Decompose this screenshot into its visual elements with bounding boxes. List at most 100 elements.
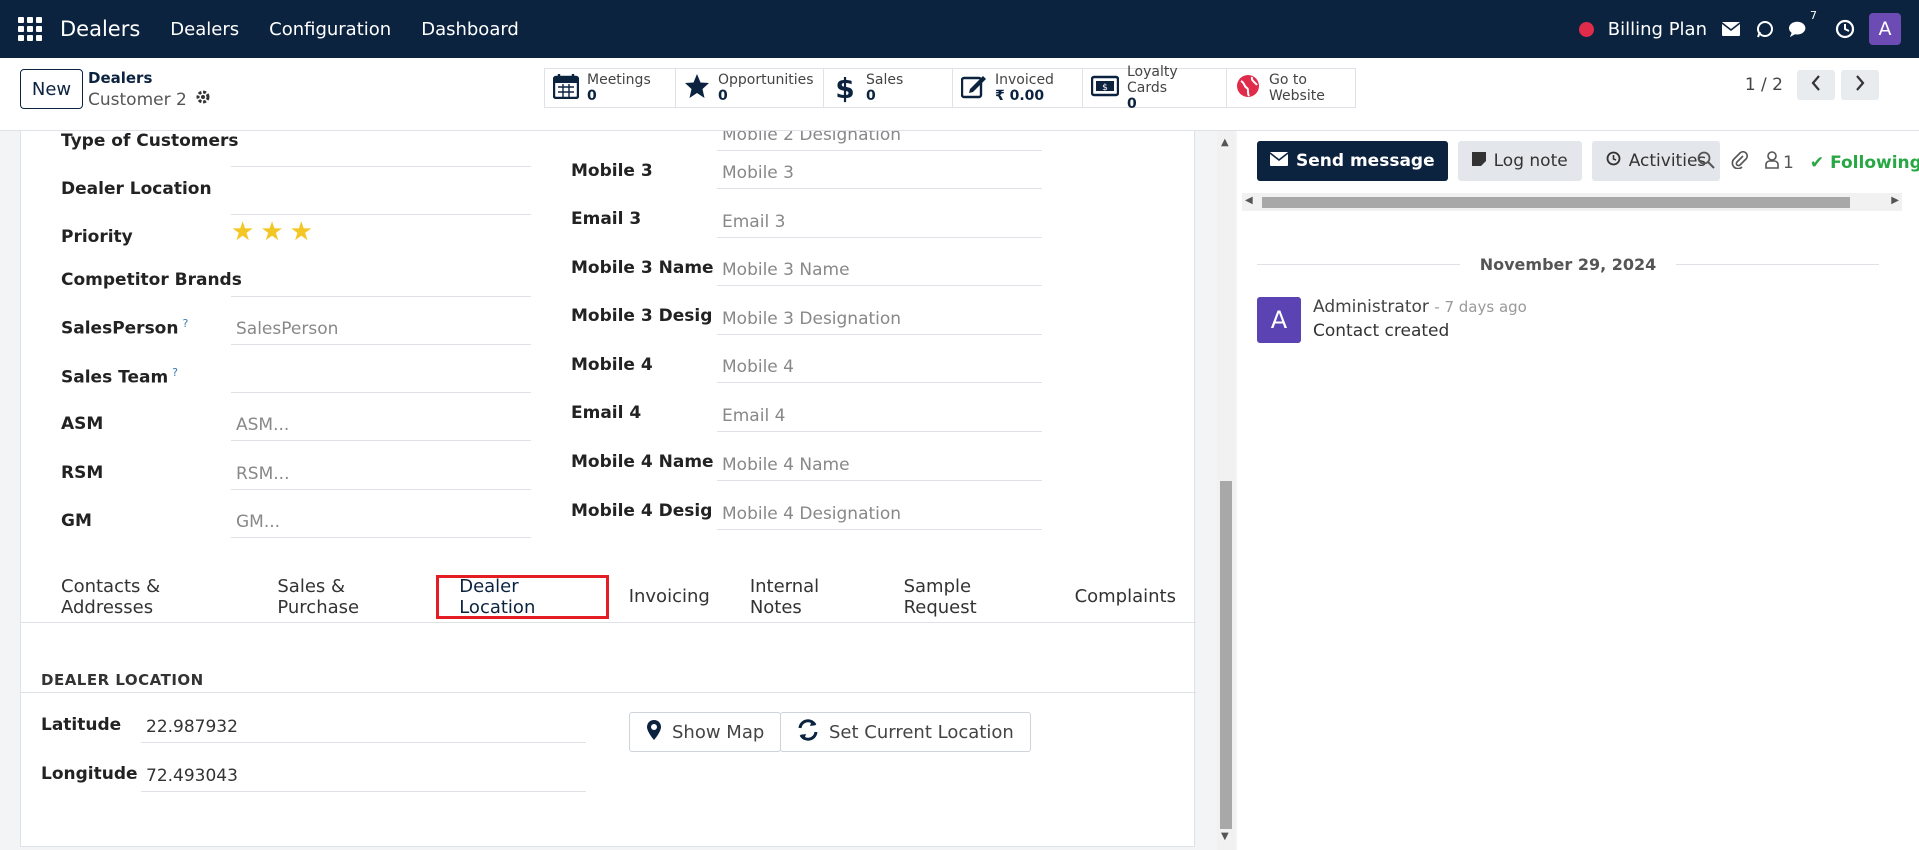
section-title: DEALER LOCATION bbox=[41, 671, 204, 689]
mobile-3-designation-input[interactable]: Mobile 3 Designation bbox=[717, 305, 1042, 335]
followers-button[interactable]: 1 bbox=[1765, 151, 1794, 174]
tab-complaints[interactable]: Complaints bbox=[1055, 575, 1196, 619]
whatsapp-icon[interactable] bbox=[1755, 19, 1775, 39]
form-sheet: Mobile 2 Designation Type of Customers D… bbox=[20, 131, 1196, 847]
smart-button-loyalty-cards[interactable]: $ Loyalty Cards 0 bbox=[1083, 64, 1227, 112]
tab-sales-purchase[interactable]: Sales & Purchase bbox=[257, 575, 436, 619]
star-icon[interactable]: ★ bbox=[290, 217, 313, 247]
tab-sample-request[interactable]: Sample Request bbox=[884, 575, 1055, 619]
scroll-up-icon[interactable]: ▲ bbox=[1221, 137, 1229, 148]
mobile-4-designation-input[interactable]: Mobile 4 Designation bbox=[717, 500, 1042, 530]
field-gm: GM bbox=[61, 511, 92, 531]
button-label: Set Current Location bbox=[829, 721, 1014, 743]
star-icon[interactable]: ★ bbox=[231, 217, 254, 247]
smart-label: Sales bbox=[866, 72, 904, 88]
mobile-3-name-input[interactable]: Mobile 3 Name bbox=[717, 256, 1042, 286]
paperclip-icon[interactable] bbox=[1731, 150, 1749, 174]
field-label: Dealer Location bbox=[61, 179, 212, 199]
status-dot-icon bbox=[1578, 21, 1594, 37]
clock-icon[interactable] bbox=[1835, 19, 1855, 39]
form-scrollbar[interactable]: ▲ ▼ bbox=[1217, 131, 1235, 850]
field-mobile-3-name: Mobile 3 Name bbox=[571, 258, 714, 278]
following-label: Following bbox=[1830, 152, 1919, 173]
pager-next-button[interactable] bbox=[1841, 70, 1879, 100]
send-message-button[interactable]: Send message bbox=[1257, 141, 1448, 181]
message-author[interactable]: Administrator bbox=[1313, 297, 1429, 317]
scrollbar-thumb[interactable] bbox=[1262, 197, 1850, 208]
tab-dealer-location[interactable]: Dealer Location bbox=[436, 574, 609, 619]
scroll-down-icon[interactable]: ▼ bbox=[1221, 831, 1229, 842]
smart-value: 0 bbox=[866, 88, 876, 104]
scroll-left-icon[interactable]: ◀ bbox=[1245, 195, 1253, 206]
smart-button-meetings[interactable]: Meetings 0 bbox=[545, 69, 676, 107]
smart-button-invoiced[interactable]: Invoiced ₹ 0.00 bbox=[953, 69, 1083, 107]
envelope-icon[interactable] bbox=[1721, 19, 1741, 39]
smart-button-website[interactable]: Go to Website bbox=[1227, 69, 1355, 107]
mobile-4-name-input[interactable]: Mobile 4 Name bbox=[717, 451, 1042, 481]
gear-icon[interactable] bbox=[195, 89, 211, 110]
priority-stars[interactable]: ★ ★ ★ bbox=[231, 217, 313, 247]
smart-buttons: Meetings 0 Opportunities 0 $ Sales 0 Invoic… bbox=[544, 64, 1356, 112]
smart-label: Loyalty Cards bbox=[1127, 64, 1178, 96]
chat-icon[interactable]: 7 bbox=[1789, 9, 1819, 39]
apps-grid-icon[interactable] bbox=[18, 17, 42, 41]
breadcrumb-parent[interactable]: Dealers bbox=[88, 69, 152, 87]
user-icon bbox=[1765, 151, 1779, 174]
gm-input[interactable]: GM... bbox=[231, 508, 531, 538]
longitude-input[interactable]: 72.493043 bbox=[141, 762, 586, 792]
tab-internal-notes[interactable]: Internal Notes bbox=[730, 575, 884, 619]
help-tooltip-icon[interactable]: ? bbox=[172, 366, 178, 379]
smart-button-sales[interactable]: $ Sales 0 bbox=[824, 69, 953, 107]
show-map-button[interactable]: Show Map bbox=[629, 712, 782, 752]
sales-team-input[interactable] bbox=[231, 363, 531, 393]
competitor-brands-input[interactable] bbox=[231, 267, 531, 297]
following-button[interactable]: ✔ Following bbox=[1810, 153, 1919, 173]
type-of-customers-input[interactable] bbox=[231, 137, 531, 167]
tab-invoicing[interactable]: Invoicing bbox=[609, 575, 730, 619]
mobile-2-designation-field[interactable]: Mobile 2 Designation bbox=[717, 131, 1042, 151]
breadcrumb-current: Customer 2 bbox=[88, 89, 211, 110]
search-icon[interactable] bbox=[1697, 151, 1715, 174]
user-avatar[interactable]: A bbox=[1869, 13, 1901, 45]
mobile-3-input[interactable]: Mobile 3 bbox=[717, 159, 1042, 189]
smart-value: Website bbox=[1269, 88, 1325, 104]
asm-input[interactable]: ASM... bbox=[231, 411, 531, 441]
smart-value: 0 bbox=[1127, 96, 1137, 112]
avatar[interactable]: A bbox=[1257, 297, 1301, 343]
smart-value: 0 bbox=[718, 88, 728, 104]
salesperson-input[interactable]: SalesPerson bbox=[231, 315, 531, 345]
field-mobile-4-name: Mobile 4 Name bbox=[571, 452, 714, 472]
smart-label: Invoiced bbox=[995, 72, 1054, 88]
pager-previous-button[interactable] bbox=[1797, 70, 1835, 100]
pager-value[interactable]: 1 / 2 bbox=[1745, 75, 1783, 95]
help-tooltip-icon[interactable]: ? bbox=[182, 317, 188, 330]
email-4-input[interactable]: Email 4 bbox=[717, 402, 1042, 432]
chatter-horizontal-scrollbar[interactable]: ◀ ▶ bbox=[1242, 193, 1902, 211]
log-note-button[interactable]: Log note bbox=[1457, 141, 1582, 181]
field-label: Mobile 3 bbox=[571, 161, 653, 181]
field-label: GM bbox=[61, 511, 92, 531]
scrollbar-thumb[interactable] bbox=[1220, 481, 1232, 829]
billing-plan-link[interactable]: Billing Plan bbox=[1608, 19, 1707, 40]
mobile-4-input[interactable]: Mobile 4 bbox=[717, 353, 1042, 383]
scroll-right-icon[interactable]: ▶ bbox=[1891, 195, 1899, 206]
nav-item-dealers[interactable]: Dealers bbox=[170, 19, 239, 40]
nav-item-configuration[interactable]: Configuration bbox=[269, 19, 391, 40]
smart-button-opportunities[interactable]: Opportunities 0 bbox=[676, 69, 824, 107]
nav-item-dashboard[interactable]: Dashboard bbox=[421, 19, 519, 40]
tab-contacts-addresses[interactable]: Contacts & Addresses bbox=[41, 575, 257, 619]
note-icon bbox=[1471, 151, 1486, 171]
set-current-location-button[interactable]: Set Current Location bbox=[780, 712, 1031, 752]
smart-label: Meetings bbox=[587, 72, 651, 88]
field-mobile-3: Mobile 3 bbox=[571, 161, 653, 181]
field-label: Mobile 4 Desig bbox=[571, 501, 713, 521]
field-label: Mobile 3 Desig bbox=[571, 306, 713, 326]
star-icon[interactable]: ★ bbox=[260, 217, 283, 247]
nav-right: Billing Plan 7 A bbox=[1578, 0, 1901, 58]
latitude-input[interactable]: 22.987932 bbox=[141, 713, 586, 743]
new-button[interactable]: New bbox=[20, 69, 83, 109]
dealer-location-input[interactable] bbox=[231, 185, 531, 215]
rsm-input[interactable]: RSM... bbox=[231, 460, 531, 490]
email-3-input[interactable]: Email 3 bbox=[717, 208, 1042, 238]
app-brand[interactable]: Dealers bbox=[60, 17, 140, 41]
